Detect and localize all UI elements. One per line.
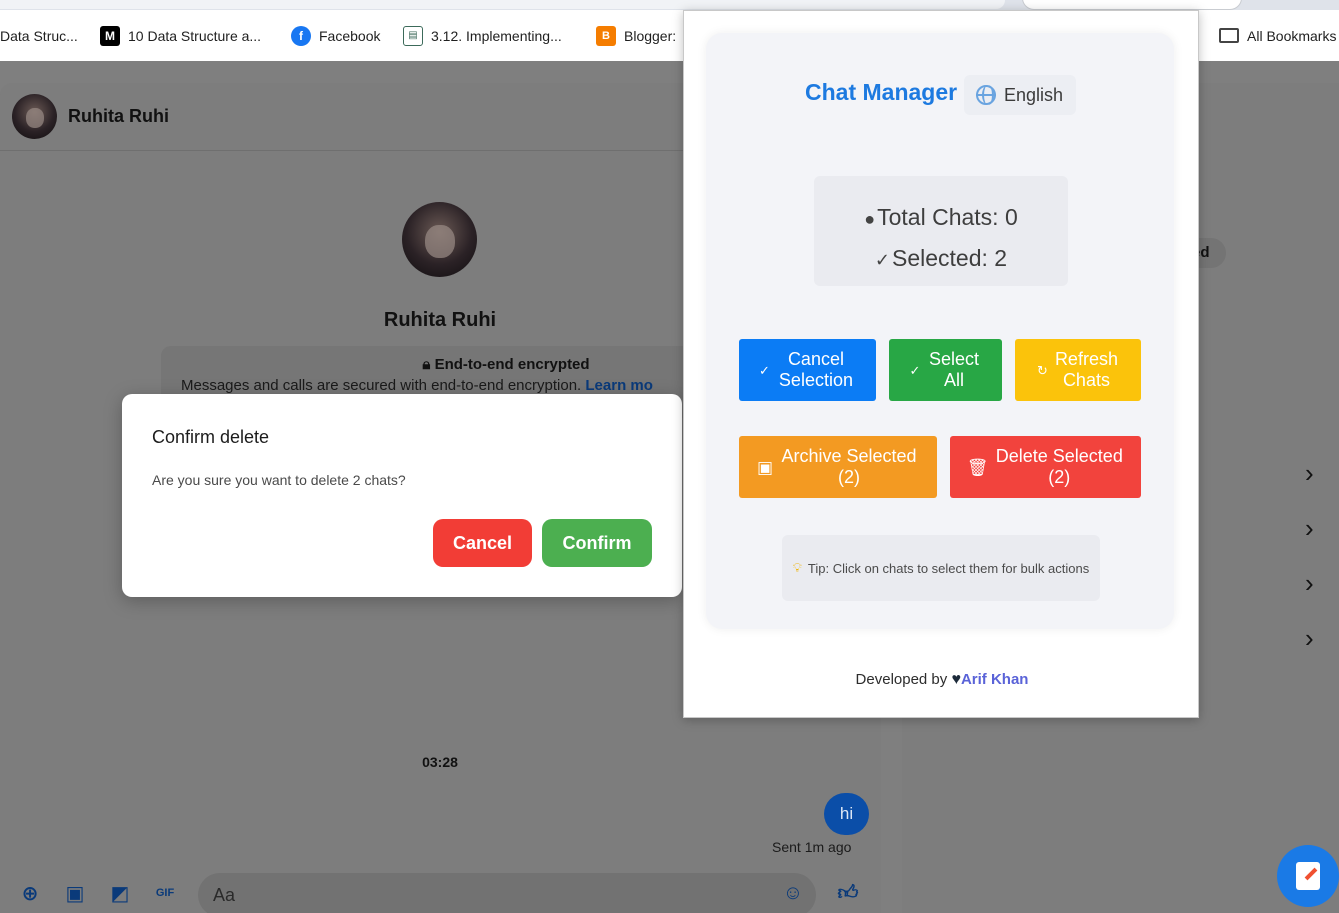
emoji-icon[interactable]: ☺ [781,881,805,905]
avatar[interactable] [12,94,57,139]
cancel-button[interactable]: Cancel [433,519,532,567]
developer-link[interactable]: Arif Khan [961,671,1029,688]
bookmark-facebook[interactable]: f Facebook [291,10,380,61]
contact-name[interactable]: Ruhita Ruhi [68,106,169,127]
profile-name: Ruhita Ruhi [383,309,497,331]
lock-icon: 🔒︎ [422,356,435,373]
refresh-chats-button[interactable]: ↻ Refresh Chats [1015,339,1141,401]
archive-selected-label: Archive Selected (2) [781,446,917,487]
e2e-title: 🔒︎ End-to-end encrypted [422,356,589,373]
language-label: English [1004,84,1064,105]
tip-box: 💡︎ Tip: Click on chats to select them fo… [782,535,1100,601]
delete-selected-label: Delete Selected (2) [995,446,1123,487]
bookmark-data-structures[interactable]: Data Struc... [0,10,78,61]
double-check-icon: ✓ [874,250,890,270]
chevron-right-icon[interactable]: › [1305,515,1323,541]
select-all-label: Select All [928,349,979,390]
profile-pill[interactable] [1022,0,1242,10]
folder-icon [1219,28,1239,43]
confirm-delete-modal: Confirm delete Are you sure you want to … [122,394,682,597]
bookmark-implementing[interactable]: ▤ 3.12. Implementing... [403,10,562,61]
heart-icon: ♥ [951,671,961,688]
add-icon[interactable]: ⊕ [18,881,42,905]
blogger-icon: B [596,25,616,46]
browser-tab-strip [0,0,1339,10]
gif-icon[interactable]: GIF [153,881,177,905]
image-icon[interactable]: ▣ [63,881,87,905]
bookmark-label: Facebook [319,27,381,44]
trash-icon: 🗑︎ [966,457,989,477]
bookmark-blogger[interactable]: B Blogger: [596,10,676,61]
cancel-selection-button[interactable]: ✓ Cancel Selection [739,339,876,401]
modal-title: Confirm delete [152,427,270,447]
like-icon[interactable]: 👍︎ [836,881,860,905]
language-selector[interactable]: English [964,75,1076,115]
selected-count: ✓Selected: 2 [814,239,1068,280]
double-check-icon: ✓ [909,362,921,378]
check-icon: ✓ [759,362,770,378]
refresh-chats-label: Refresh Chats [1054,349,1118,390]
bookmark-label: 3.12. Implementing... [431,27,562,44]
learn-more-link[interactable]: Learn mo [585,377,653,394]
chat-bubble-icon: ● [864,209,876,229]
popup-card: Chat Manager English ●Total Chats: 0 ✓Se… [706,33,1174,629]
compose-icon [1296,862,1320,890]
tip-text: Tip: Click on chats to select them for b… [807,560,1090,576]
message-composer: ⊕ ▣ ◩ GIF Aa ☺ 👍︎ [0,873,881,913]
chevron-right-icon[interactable]: › [1305,625,1323,651]
e2e-title-text: End-to-end encrypted [434,356,590,373]
archive-icon: ▣ [756,457,774,477]
sticker-icon[interactable]: ◩ [108,881,132,905]
message-timestamp: 03:28 [422,754,458,770]
globe-icon [976,85,996,105]
popup-footer: Developed by ♥Arif Khan [684,671,1200,689]
select-all-button[interactable]: ✓ Select All [889,339,1002,401]
total-chats-text: Total Chats: 0 [877,204,1018,230]
bookmark-medium[interactable]: M 10 Data Structure a... [100,10,261,61]
bookmark-label: 10 Data Structure a... [128,27,262,44]
facebook-icon: f [291,25,311,46]
bookmark-label: Blogger: [624,27,677,44]
e2e-text-body: Messages and calls are secured with end-… [181,377,582,394]
delete-selected-button[interactable]: 🗑︎ Delete Selected (2) [950,436,1141,498]
address-bar[interactable] [0,0,1005,9]
lightbulb-icon: 💡︎ [792,560,802,575]
bookmark-label: Data Struc... [0,27,78,44]
bookmark-all-bookmarks[interactable]: All Bookmarks [1219,10,1336,61]
refresh-icon: ↻ [1037,362,1048,378]
stats-box: ●Total Chats: 0 ✓Selected: 2 [814,176,1068,286]
bookmark-label: All Bookmarks [1247,27,1337,44]
medium-icon: M [100,25,120,46]
chevron-right-icon[interactable]: › [1305,460,1323,486]
chat-manager-popup: Chat Manager English ●Total Chats: 0 ✓Se… [683,10,1199,718]
footer-prefix: Developed by [855,671,948,688]
popup-title: Chat Manager [805,79,958,105]
message-input[interactable]: Aa [198,873,816,913]
e2e-text: Messages and calls are secured with end-… [161,377,721,394]
total-chats: ●Total Chats: 0 [814,198,1068,239]
message-placeholder: Aa [213,884,236,905]
confirm-button[interactable]: Confirm [542,519,652,567]
modal-message: Are you sure you want to delete 2 chats? [152,472,406,488]
message-bubble[interactable]: hi [824,793,869,835]
selected-text: Selected: 2 [892,245,1008,271]
book-icon: ▤ [403,25,423,46]
sent-status: Sent 1m ago [772,839,852,855]
compose-button[interactable] [1277,845,1339,907]
profile-avatar[interactable] [402,202,477,277]
chevron-right-icon[interactable]: › [1305,570,1323,596]
cancel-selection-label: Cancel Selection [778,349,853,390]
archive-selected-button[interactable]: ▣ Archive Selected (2) [739,436,937,498]
